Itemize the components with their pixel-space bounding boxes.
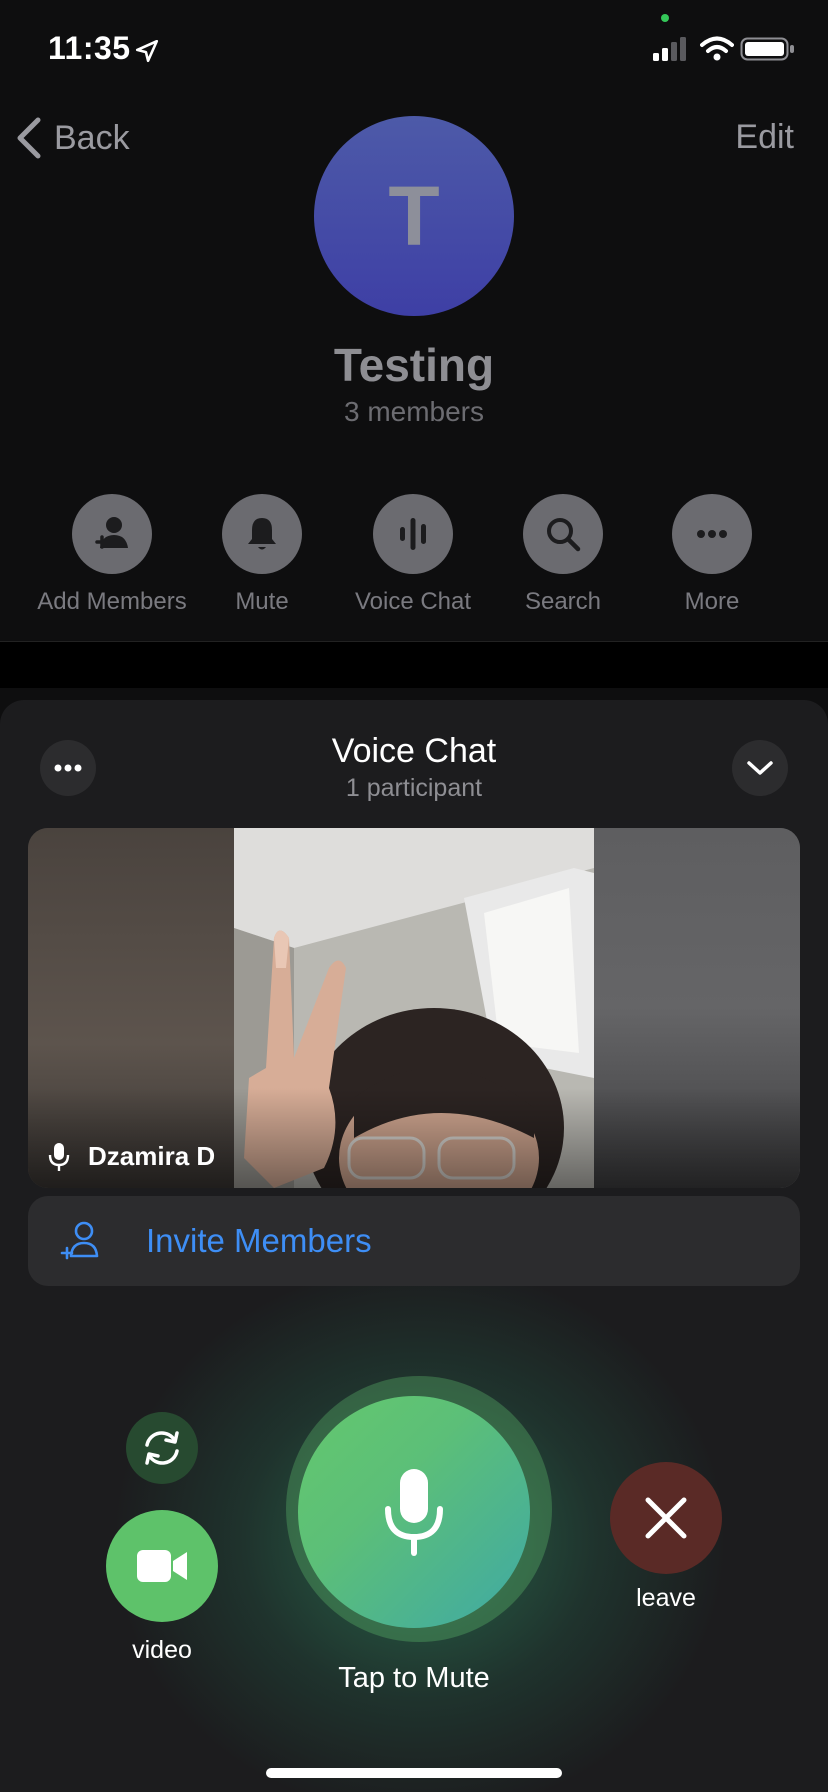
- video-label: video: [132, 1636, 192, 1664]
- collapse-button[interactable]: [732, 740, 788, 796]
- profile-actions: Add Members Mute Voice Chat Search More: [0, 494, 828, 616]
- voice-chat-title: Voice Chat: [331, 732, 497, 770]
- edit-button[interactable]: Edit: [735, 118, 794, 157]
- search-icon: [547, 518, 581, 552]
- participant-video-tile[interactable]: Dzamira D: [28, 828, 800, 1188]
- microphone-icon: [48, 1142, 70, 1171]
- participant-name: Dzamira D: [88, 1141, 216, 1171]
- wifi-icon: [700, 36, 734, 61]
- back-button[interactable]: Back: [14, 116, 130, 160]
- leave-button[interactable]: [610, 1462, 722, 1574]
- voice-bars-icon: [400, 518, 426, 550]
- search-label: Search: [524, 588, 602, 615]
- ellipsis-icon: [697, 530, 727, 538]
- camera-flip-icon: [145, 1431, 179, 1465]
- back-label: Back: [54, 118, 130, 157]
- invite-members-label: Invite Members: [146, 1222, 372, 1259]
- video-camera-icon: [137, 1550, 187, 1582]
- video-shade: [28, 1088, 800, 1188]
- home-indicator[interactable]: [266, 1768, 562, 1778]
- mute-action[interactable]: Mute: [182, 494, 342, 616]
- add-member-outline-icon: [60, 1221, 99, 1260]
- cellular-signal-icon: [653, 37, 686, 61]
- avatar-letter: T: [388, 168, 440, 263]
- leave-label: leave: [636, 1584, 696, 1612]
- invite-members-button[interactable]: Invite Members: [28, 1196, 800, 1286]
- mute-label: Mute: [235, 588, 289, 615]
- voice-chat-action[interactable]: Voice Chat: [333, 494, 493, 616]
- add-members-label: Add Members: [37, 588, 187, 615]
- group-avatar[interactable]: T: [314, 116, 514, 316]
- location-arrow-icon: [135, 39, 159, 63]
- more-action[interactable]: More: [632, 494, 792, 616]
- mic-status-label: Tap to Mute: [338, 1662, 490, 1694]
- close-icon: [645, 1497, 687, 1539]
- chevron-left-icon: [17, 117, 41, 159]
- voice-chat-sheet: Voice Chat 1 participant Dzamira D Invit…: [0, 700, 828, 1792]
- status-time: 11:35: [48, 30, 131, 66]
- video-toggle-button[interactable]: [106, 1510, 218, 1622]
- chevron-down-icon: [747, 761, 773, 775]
- mute-toggle-button[interactable]: [298, 1396, 530, 1628]
- group-name: Testing: [333, 339, 495, 391]
- bell-icon: [248, 518, 276, 550]
- add-members-action[interactable]: Add Members: [32, 494, 192, 616]
- search-action[interactable]: Search: [483, 494, 643, 616]
- member-count: 3 members: [343, 396, 485, 427]
- voice-chat-label: Voice Chat: [354, 588, 472, 615]
- battery-icon: [740, 37, 794, 61]
- screen: 11:35 Back Edit T Testing 3 members Add …: [0, 0, 828, 1792]
- participant-label: Dzamira D: [46, 1141, 215, 1172]
- flip-camera-button[interactable]: [126, 1412, 198, 1484]
- camera-in-use-indicator: [661, 14, 669, 22]
- section-gap: [0, 642, 828, 688]
- add-member-icon: [95, 517, 128, 549]
- more-label: More: [684, 588, 740, 615]
- microphone-icon: [385, 1469, 443, 1556]
- participant-count: 1 participant: [345, 774, 483, 802]
